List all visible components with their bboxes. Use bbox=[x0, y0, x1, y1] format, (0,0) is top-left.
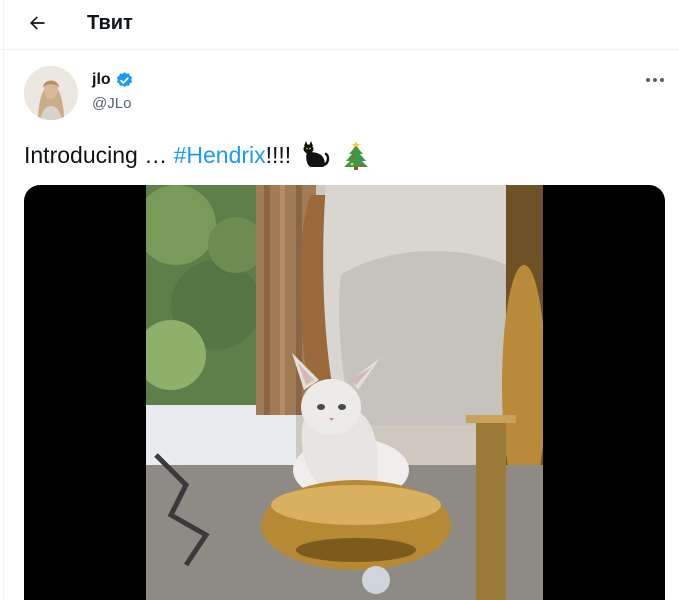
avatar-photo bbox=[24, 66, 78, 120]
tweet-media-video[interactable] bbox=[24, 185, 665, 600]
author-handle[interactable]: @JLo bbox=[92, 94, 134, 114]
more-options-button[interactable] bbox=[640, 68, 670, 92]
author-block: jlo @JLo bbox=[92, 70, 134, 114]
left-border bbox=[3, 0, 4, 600]
hashtag-link[interactable]: #Hendrix bbox=[174, 140, 266, 170]
tweet-text: Introducing … #Hendrix !!!! bbox=[24, 140, 369, 170]
page-title: Твит bbox=[87, 12, 133, 34]
author-display-name[interactable]: jlo bbox=[92, 70, 111, 90]
video-frame[interactable] bbox=[146, 185, 543, 600]
christmas-tree-icon bbox=[343, 140, 369, 170]
more-dots-icon bbox=[646, 78, 664, 82]
back-button[interactable] bbox=[20, 6, 54, 40]
verified-badge-icon bbox=[115, 71, 134, 90]
tweet-text-suffix: !!!! bbox=[265, 142, 292, 168]
avatar[interactable] bbox=[24, 66, 78, 120]
arrow-left-icon bbox=[30, 16, 45, 30]
tweet-text-prefix: Introducing … bbox=[24, 142, 174, 168]
black-cat-icon bbox=[299, 140, 331, 170]
page-header: Твит bbox=[0, 0, 679, 50]
